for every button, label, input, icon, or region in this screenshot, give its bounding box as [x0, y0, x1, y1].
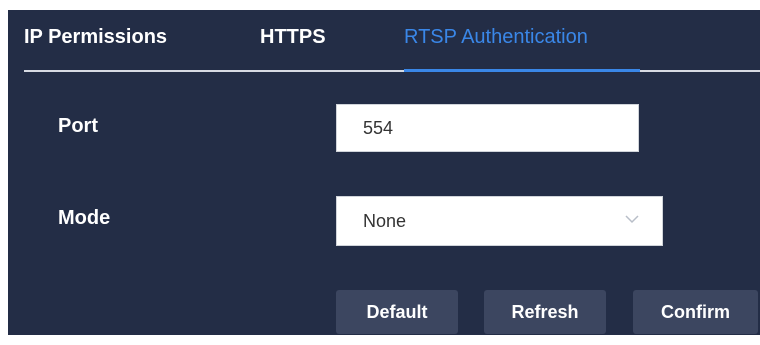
active-tab-indicator	[404, 69, 640, 72]
port-input[interactable]	[337, 105, 638, 151]
mode-selected-value: None	[363, 211, 407, 231]
chevron-down-icon	[625, 215, 639, 224]
tab-rtsp-authentication[interactable]: RTSP Authentication	[404, 26, 588, 49]
mode-label: Mode	[58, 207, 111, 229]
default-button[interactable]: Default	[336, 290, 458, 334]
refresh-button[interactable]: Refresh	[484, 290, 606, 334]
port-label: Port	[58, 115, 98, 137]
settings-panel: IP Permissions HTTPS RTSP Authentication…	[8, 10, 760, 335]
tab-https[interactable]: HTTPS	[260, 26, 326, 49]
mode-select[interactable]: None	[336, 196, 663, 246]
tab-ip-permissions[interactable]: IP Permissions	[24, 26, 167, 49]
port-field-container	[336, 104, 639, 152]
confirm-button[interactable]: Confirm	[633, 290, 758, 334]
tab-bar: IP Permissions HTTPS RTSP Authentication	[8, 10, 760, 72]
tab-divider	[24, 70, 760, 72]
